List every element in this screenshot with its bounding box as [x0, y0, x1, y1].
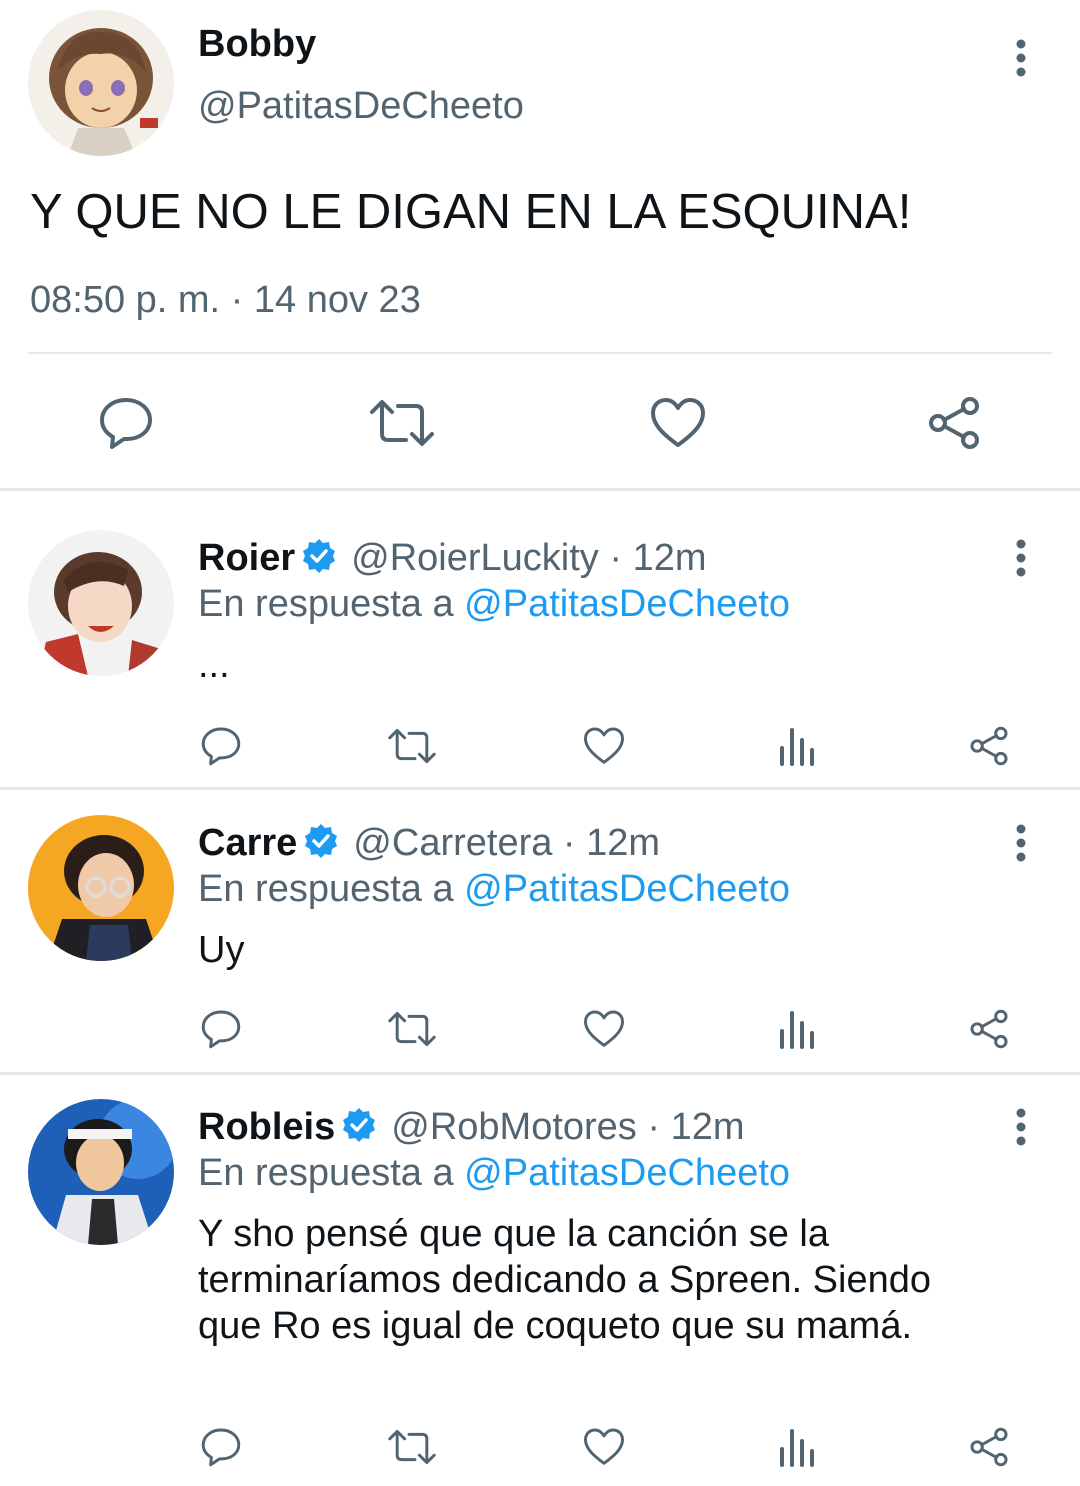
reply-time[interactable]: 12m — [586, 822, 660, 864]
meta-separator: · — [220, 279, 254, 321]
dot-separator: · — [552, 822, 587, 864]
author-handle[interactable]: @PatitasDeCheeto — [198, 84, 524, 128]
reply-time[interactable]: 12m — [633, 537, 707, 579]
more-options-icon[interactable] — [1005, 1107, 1037, 1147]
share-icon[interactable] — [926, 396, 982, 450]
reply-icon[interactable] — [200, 1009, 242, 1049]
reply-header: Carre @Carretera · 12m — [198, 821, 660, 865]
reply-text: Y sho pensé que que la canción se la ter… — [198, 1213, 932, 1347]
reply-prefix: En respuesta a — [198, 1152, 465, 1194]
section-divider — [0, 787, 1080, 790]
avatar-robleis[interactable] — [28, 1099, 174, 1245]
more-options-icon[interactable] — [1005, 538, 1037, 578]
reply-icon[interactable] — [200, 726, 242, 766]
reply-prefix: En respuesta a — [198, 583, 465, 625]
more-options-icon[interactable] — [1005, 38, 1037, 78]
author-handle[interactable]: @RoierLuckity — [351, 537, 599, 579]
tweet-timestamp: 08:50 p. m. · 14 nov 23 — [30, 278, 421, 322]
verified-badge-icon — [301, 538, 337, 574]
author-handle[interactable]: @Carretera — [353, 822, 552, 864]
like-icon[interactable] — [650, 396, 706, 450]
retweet-icon[interactable] — [388, 1427, 436, 1467]
retweet-icon[interactable] — [388, 1009, 436, 1049]
avatar-bobby[interactable] — [28, 10, 174, 156]
verified-badge-icon — [303, 823, 339, 859]
mention-link[interactable]: @PatitasDeCheeto — [464, 583, 790, 625]
dot-separator: · — [636, 1106, 671, 1148]
section-divider — [0, 1072, 1080, 1075]
avatar-carre[interactable] — [28, 815, 174, 961]
reply-context: En respuesta a @PatitasDeCheeto — [198, 582, 790, 626]
author-name[interactable]: Roier — [198, 537, 295, 579]
share-icon[interactable] — [968, 1009, 1010, 1049]
section-divider — [0, 488, 1080, 491]
mention-link[interactable]: @PatitasDeCheeto — [464, 868, 790, 910]
like-icon[interactable] — [583, 726, 625, 766]
author-handle[interactable]: @RobMotores — [391, 1106, 637, 1148]
reply-header: Roier @RoierLuckity · 12m — [198, 536, 707, 580]
more-options-icon[interactable] — [1005, 823, 1037, 863]
views-icon[interactable] — [776, 726, 816, 766]
reply-context: En respuesta a @PatitasDeCheeto — [198, 1151, 790, 1195]
views-icon[interactable] — [776, 1009, 816, 1049]
divider — [28, 352, 1052, 354]
tweet-time: 08:50 p. m. — [30, 279, 221, 321]
verified-badge-icon — [341, 1107, 377, 1143]
mention-link[interactable]: @PatitasDeCheeto — [464, 1152, 790, 1194]
like-icon[interactable] — [583, 1009, 625, 1049]
reply-icon[interactable] — [98, 396, 154, 450]
author-name[interactable]: Bobby — [198, 22, 316, 66]
reply-text: ... — [198, 644, 230, 686]
like-icon[interactable] — [583, 1427, 625, 1467]
tweet-date: 14 nov 23 — [253, 279, 421, 321]
retweet-icon[interactable] — [370, 396, 434, 450]
tweet-text: Y QUE NO LE DIGAN EN LA ESQUINA! — [30, 185, 912, 239]
reply-context: En respuesta a @PatitasDeCheeto — [198, 867, 790, 911]
share-icon[interactable] — [968, 1427, 1010, 1467]
dot-separator: · — [598, 537, 633, 579]
author-name[interactable]: Carre — [198, 822, 297, 864]
views-icon[interactable] — [776, 1427, 816, 1467]
reply-icon[interactable] — [200, 1427, 242, 1467]
retweet-icon[interactable] — [388, 726, 436, 766]
reply-prefix: En respuesta a — [198, 868, 465, 910]
share-icon[interactable] — [968, 726, 1010, 766]
reply-text: Uy — [198, 929, 245, 971]
avatar-roier[interactable] — [28, 530, 174, 676]
reply-time[interactable]: 12m — [671, 1106, 745, 1148]
author-name[interactable]: Robleis — [198, 1106, 335, 1148]
reply-header: Robleis @RobMotores · 12m — [198, 1105, 745, 1149]
